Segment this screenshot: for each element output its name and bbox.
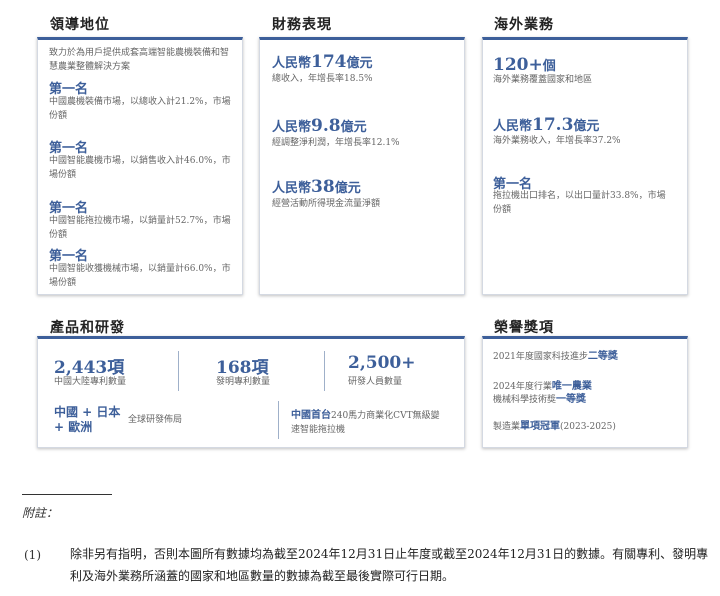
first-tractor-text: 中國首台240馬力商業化CVT無級變速智能拖拉機	[291, 410, 440, 435]
overseas-value-1: 120+個	[493, 55, 556, 75]
products-stat-desc-3: 研發人員數量	[348, 377, 403, 387]
divider	[178, 351, 179, 391]
section-title-products: 產品和研發	[50, 320, 125, 336]
footnote-text: 除非另有指明，否則本圖所有數據均為截至2024年12月31日止年度或截至2024…	[70, 547, 709, 583]
finance-card: 人民幣174億元 總收入，年增長率18.5% 人民幣9.8億元 經調整淨利潤，年…	[259, 37, 465, 295]
section-title-honors: 榮譽獎項	[494, 320, 554, 336]
section-title-overseas: 海外業務	[494, 17, 554, 33]
overseas-card: 120+個 海外業務覆蓋國家和地區 人民幣17.3億元 海外業務收入，年增長率3…	[482, 37, 688, 295]
finance-value-3: 人民幣38億元	[272, 177, 361, 197]
leadership-desc-4: 中國智能收獲機械市場，以銷量計66.0%，市場份額	[49, 264, 231, 288]
divider	[278, 401, 279, 439]
footnote-number: (1)	[24, 548, 41, 562]
finance-value-2: 人民幣9.8億元	[272, 116, 367, 136]
section-title-finance: 財務表現	[272, 17, 332, 33]
finance-desc-2: 經調整淨利潤，年增長率12.1%	[272, 138, 400, 148]
award-1: 2021年度國家科技進步二等獎	[493, 351, 618, 362]
products-card: 2,443項 中國大陸專利數量 168項 發明專利數量 2,500+ 研發人員數…	[37, 336, 465, 448]
honors-card: 2021年度國家科技進步二等獎 2024年度行業唯一農業 機械科學技術獎一等獎 …	[482, 336, 688, 448]
region-desc: 全球研發佈局	[128, 415, 183, 425]
section-title-leadership: 領導地位	[50, 17, 110, 33]
overseas-desc-3: 拖拉機出口排名，以出口量計33.8%，市場份額	[493, 191, 666, 215]
divider	[324, 351, 325, 391]
award-2-line-2: 機械科學技術獎一等獎	[493, 394, 587, 405]
leadership-desc-1: 中國農機裝備市場，以總收入計21.2%，市場份額	[49, 97, 231, 121]
overseas-value-2: 人民幣17.3億元	[493, 115, 600, 135]
leadership-card: 致力於為用戶提供成套高端智能農機裝備和智慧農業整體解決方案 第一名 中國農機裝備…	[37, 37, 243, 295]
footnote-rule	[22, 494, 112, 495]
products-stat-value-3: 2,500+	[348, 353, 416, 373]
region-label: 中國 + 日本 + 歐洲	[54, 405, 121, 434]
footnote-label: 附註：	[22, 506, 59, 520]
overseas-desc-1: 海外業務覆蓋國家和地區	[493, 75, 593, 85]
leadership-desc-3: 中國智能拖拉機市場，以銷量計52.7%，市場份額	[49, 216, 231, 240]
finance-desc-3: 經營活動所得現金流量淨額	[272, 199, 381, 209]
finance-desc-1: 總收入，年增長率18.5%	[272, 74, 373, 84]
products-stat-desc-1: 中國大陸專利數量	[54, 377, 127, 387]
leadership-intro: 致力於為用戶提供成套高端智能農機裝備和智慧農業整體解決方案	[49, 48, 230, 72]
overseas-desc-2: 海外業務收入，年增長率37.2%	[493, 136, 621, 146]
leadership-desc-2: 中國智能農機市場，以銷售收入計46.0%，市場份額	[49, 156, 231, 180]
products-stat-desc-2: 發明專利數量	[216, 377, 271, 387]
award-3: 製造業單項冠軍(2023-2025)	[493, 421, 616, 432]
finance-value-1: 人民幣174億元	[272, 52, 373, 72]
